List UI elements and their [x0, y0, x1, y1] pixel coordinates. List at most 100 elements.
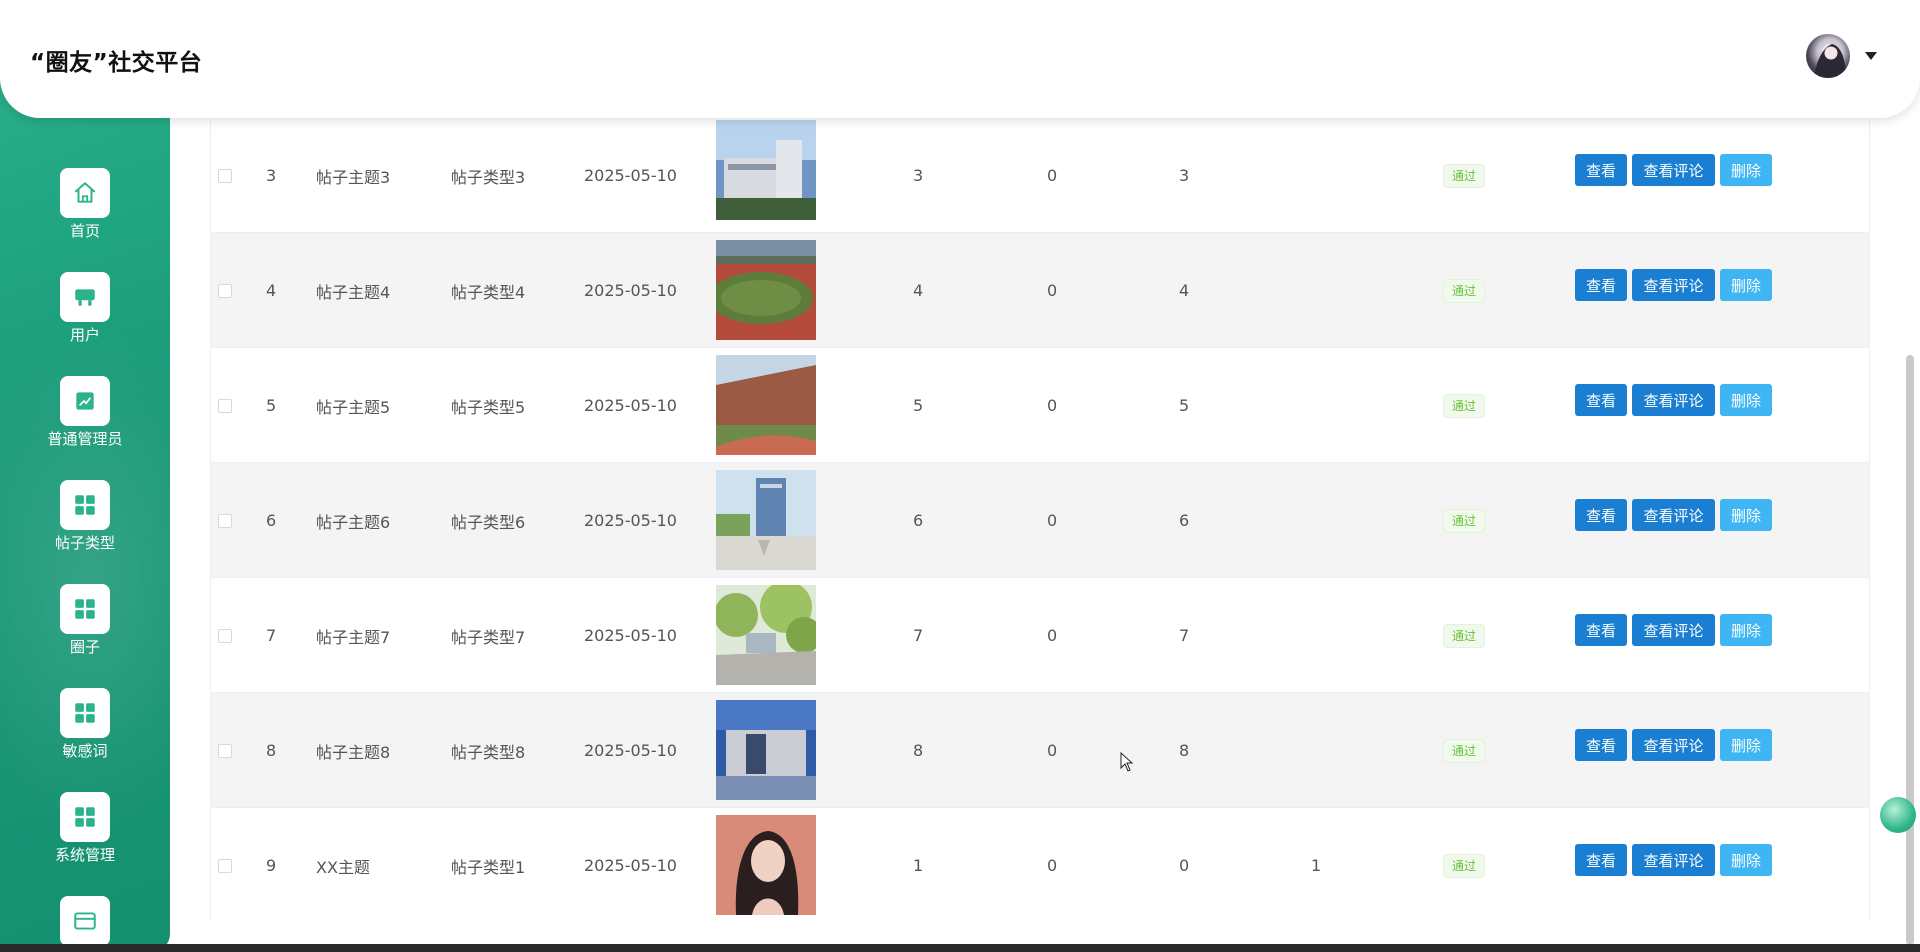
- row-index: 5: [266, 396, 277, 415]
- view-comments-button[interactable]: 查看评论: [1632, 499, 1715, 531]
- status-badge: 通过: [1443, 853, 1486, 878]
- row-checkbox[interactable]: [218, 578, 232, 693]
- sidebar-item-label: 用户: [69, 326, 100, 344]
- post-type: 帖子类型8: [451, 742, 526, 762]
- row-checkbox[interactable]: [218, 808, 232, 920]
- post-count-2: 0: [1047, 856, 1058, 875]
- chevron-down-icon[interactable]: [1865, 52, 1877, 60]
- post-count-2: 0: [1047, 741, 1058, 760]
- sidebar-item-admins[interactable]: 普通管理员: [0, 376, 170, 466]
- sidebar-item-home[interactable]: 首页: [0, 168, 170, 258]
- view-comments-button[interactable]: 查看评论: [1632, 269, 1715, 301]
- checkbox-box[interactable]: [218, 513, 232, 528]
- delete-button[interactable]: 删除: [1720, 499, 1772, 531]
- post-image[interactable]: [716, 355, 816, 455]
- campus-photo-icon: [716, 355, 816, 455]
- sidebar-item-post-types[interactable]: 帖子类型: [0, 480, 170, 570]
- post-count-1: 8: [913, 741, 924, 760]
- delete-button[interactable]: 删除: [1720, 384, 1772, 416]
- post-image[interactable]: [716, 585, 816, 685]
- delete-button[interactable]: 删除: [1720, 154, 1772, 186]
- status-cell: 通过: [1443, 463, 1486, 578]
- view-comments-button[interactable]: 查看评论: [1632, 384, 1715, 416]
- building-photo-icon: [716, 120, 816, 220]
- post-date: 2025-05-10: [584, 741, 677, 760]
- view-comments-button[interactable]: 查看评论: [1632, 729, 1715, 761]
- view-comments-button[interactable]: 查看评论: [1632, 844, 1715, 876]
- post-count-3: 3: [1179, 166, 1190, 185]
- chart-icon: [60, 376, 110, 426]
- view-button[interactable]: 查看: [1575, 269, 1627, 301]
- post-date: 2025-05-10: [584, 511, 677, 530]
- table-row: 7 帖子主题7 帖子类型7 2025-05-10 7 0 7 通过 查看 查看评…: [211, 578, 1869, 693]
- sidebar-item-label: 帖子类型: [54, 534, 115, 552]
- post-date: 2025-05-10: [584, 856, 677, 875]
- post-date: 2025-05-10: [584, 626, 677, 645]
- view-button[interactable]: 查看: [1575, 729, 1627, 761]
- post-image[interactable]: [716, 700, 816, 800]
- table-row: 8 帖子主题8 帖子类型8 2025-05-10 8 0 8 通过 查看 查看评…: [211, 693, 1869, 808]
- row-checkbox[interactable]: [218, 463, 232, 578]
- trees-photo-icon: [716, 585, 816, 685]
- post-count-3: 6: [1179, 511, 1190, 530]
- post-count-1: 1: [913, 856, 924, 875]
- row-index: 3: [266, 166, 277, 185]
- floating-assistant-icon[interactable]: [1880, 797, 1916, 833]
- sidebar: 首页 用户 普通管理员 帖子类型 圈子 敏感词 系统管理: [0, 0, 170, 952]
- view-button[interactable]: 查看: [1575, 154, 1627, 186]
- sidebar-item-system[interactable]: 系统管理: [0, 792, 170, 882]
- plaza-photo-icon: [716, 470, 816, 570]
- view-button[interactable]: 查看: [1575, 614, 1627, 646]
- grid-icon: [60, 792, 110, 842]
- row-checkbox[interactable]: [218, 118, 232, 233]
- view-comments-button[interactable]: 查看评论: [1632, 154, 1715, 186]
- delete-button[interactable]: 删除: [1720, 729, 1772, 761]
- post-type: 帖子类型7: [451, 627, 526, 647]
- post-date: 2025-05-10: [584, 281, 677, 300]
- status-badge: 通过: [1443, 278, 1486, 303]
- sidebar-item-sensitive-words[interactable]: 敏感词: [0, 688, 170, 778]
- checkbox-box[interactable]: [218, 283, 232, 298]
- post-type: 帖子类型3: [451, 167, 526, 187]
- grid-icon: [60, 688, 110, 738]
- post-subject: 帖子主题5: [316, 397, 391, 417]
- post-type: 帖子类型1: [451, 857, 526, 877]
- row-index: 4: [266, 281, 277, 300]
- sidebar-item-label: 系统管理: [54, 846, 115, 864]
- view-button[interactable]: 查看: [1575, 384, 1627, 416]
- sidebar-item-label: 首页: [69, 222, 100, 240]
- row-index: 8: [266, 741, 277, 760]
- grid-icon: [60, 584, 110, 634]
- post-image[interactable]: [716, 120, 816, 220]
- status-badge: 通过: [1443, 508, 1486, 533]
- checkbox-box[interactable]: [218, 743, 232, 758]
- checkbox-box[interactable]: [218, 858, 232, 873]
- post-image[interactable]: [716, 470, 816, 570]
- post-count-1: 4: [913, 281, 924, 300]
- sidebar-item-users[interactable]: 用户: [0, 272, 170, 362]
- checkbox-box[interactable]: [218, 398, 232, 413]
- post-image[interactable]: [716, 240, 816, 340]
- checkbox-box[interactable]: [218, 168, 232, 183]
- post-count-3: 4: [1179, 281, 1190, 300]
- view-button[interactable]: 查看: [1575, 844, 1627, 876]
- row-checkbox[interactable]: [218, 348, 232, 463]
- post-count-2: 0: [1047, 166, 1058, 185]
- bottom-edge: [0, 944, 1920, 952]
- view-comments-button[interactable]: 查看评论: [1632, 614, 1715, 646]
- post-date: 2025-05-10: [584, 396, 677, 415]
- row-checkbox[interactable]: [218, 693, 232, 808]
- delete-button[interactable]: 删除: [1720, 269, 1772, 301]
- user-avatar[interactable]: [1806, 34, 1850, 78]
- post-subject: XX主题: [316, 857, 370, 877]
- scrollbar-thumb[interactable]: [1906, 355, 1914, 945]
- delete-button[interactable]: 删除: [1720, 614, 1772, 646]
- checkbox-box[interactable]: [218, 628, 232, 643]
- post-image[interactable]: [716, 815, 816, 915]
- row-checkbox[interactable]: [218, 233, 232, 348]
- status-cell: 通过: [1443, 348, 1486, 463]
- delete-button[interactable]: 删除: [1720, 844, 1772, 876]
- view-button[interactable]: 查看: [1575, 499, 1627, 531]
- post-count-2: 0: [1047, 396, 1058, 415]
- sidebar-item-circles[interactable]: 圈子: [0, 584, 170, 674]
